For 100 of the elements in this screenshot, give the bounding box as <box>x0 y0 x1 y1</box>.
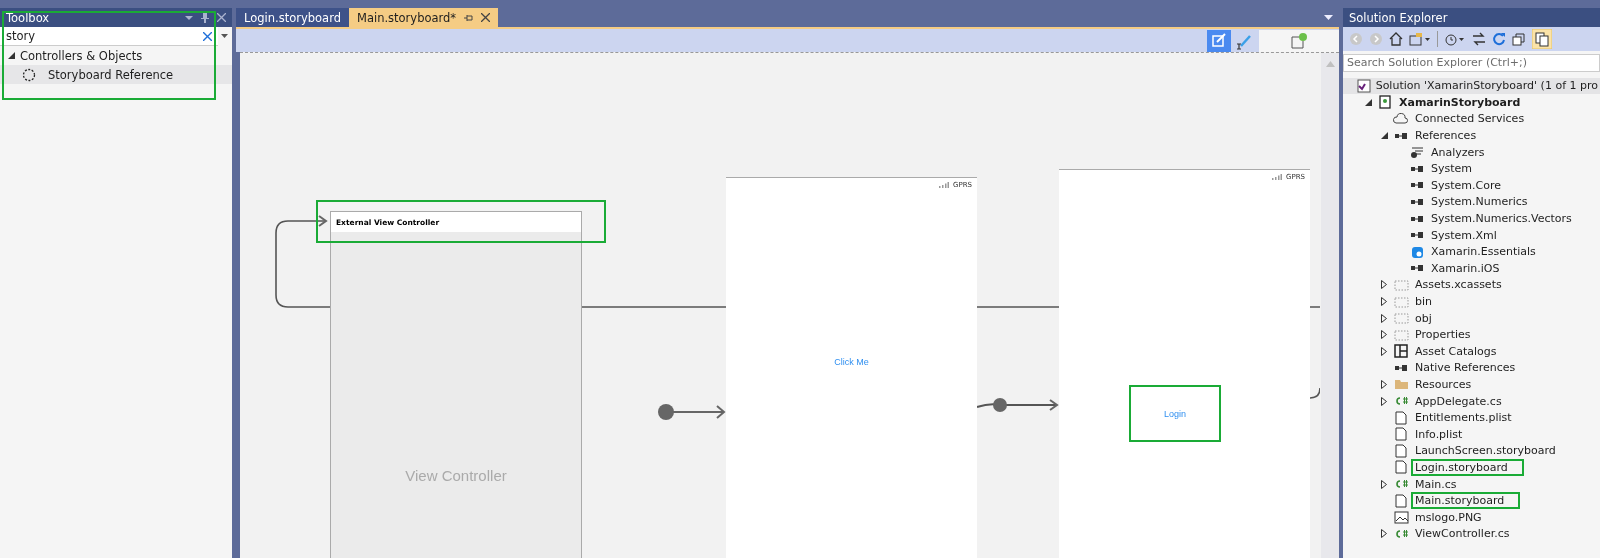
tree-item-label: References <box>1414 129 1478 143</box>
tree-item[interactable]: System.Xml <box>1343 226 1600 244</box>
tree-item[interactable]: XamarinStoryboard <box>1343 94 1600 111</box>
tree-item-label: Asset Catalogs <box>1414 344 1498 358</box>
folder-switch-icon[interactable] <box>1409 32 1431 46</box>
folder-outline-icon <box>1393 278 1409 291</box>
tree-item-label: Assets.xcassets <box>1414 278 1503 292</box>
history-icon[interactable] <box>1444 32 1466 46</box>
tree-item[interactable]: System.Numerics.Vectors <box>1343 210 1600 227</box>
package-icon <box>1410 244 1424 259</box>
tree-item[interactable]: Asset Catalogs <box>1343 343 1600 360</box>
dropdown-icon[interactable] <box>185 14 193 21</box>
copy-icon[interactable] <box>1532 29 1552 49</box>
screen-button[interactable]: Click Me <box>826 353 877 371</box>
file-icon <box>1395 427 1407 442</box>
tree-item[interactable]: Assets.xcassets <box>1343 276 1600 294</box>
tree-item[interactable]: bin <box>1343 293 1600 310</box>
panel-title: Solution Explorer <box>1349 10 1448 25</box>
refresh-icon[interactable] <box>1492 32 1506 46</box>
tree-item-label: System.Numerics.Vectors <box>1430 212 1573 226</box>
collapsed-arrow-icon[interactable] <box>1381 346 1387 356</box>
tree-item-label: XamarinStoryboard <box>1398 95 1522 109</box>
tree-item[interactable]: Analyzers <box>1343 143 1600 161</box>
tree-item[interactable]: Login.storyboard <box>1343 459 1600 476</box>
collapsed-arrow-icon[interactable] <box>1381 297 1387 306</box>
tree-item[interactable]: Native References <box>1343 359 1600 377</box>
screen-button[interactable]: Login <box>1129 385 1221 442</box>
tree-item-label: System.Core <box>1430 178 1502 192</box>
tree-item[interactable]: Main.storyboard <box>1343 492 1600 509</box>
tree-item[interactable]: Entitlements.plist <box>1343 409 1600 426</box>
tree-item[interactable]: Main.cs <box>1343 475 1600 493</box>
tree-item[interactable]: Solution 'XamarinStoryboard' (1 of 1 pro <box>1343 77 1600 95</box>
tree-item[interactable]: Info.plist <box>1343 425 1600 443</box>
tree-item-label: Xamarin.Essentials <box>1430 245 1537 259</box>
search-field[interactable]: story <box>0 27 218 46</box>
close-icon[interactable] <box>481 13 491 22</box>
tree-item[interactable]: ViewController.cs <box>1343 525 1600 543</box>
reference-icon <box>1410 231 1424 240</box>
sync-icon[interactable] <box>1472 32 1486 46</box>
toolbox-item[interactable]: Storyboard Reference <box>0 65 232 84</box>
tree-item-label: Solution 'XamarinStoryboard' (1 of 1 pro <box>1374 79 1599 93</box>
dropdown-icon[interactable] <box>221 34 228 39</box>
collapsed-arrow-icon[interactable] <box>1381 280 1387 290</box>
image-file-icon <box>1393 510 1409 524</box>
tree-item-label: Login.storyboard <box>1413 460 1522 474</box>
collapsed-arrow-icon[interactable] <box>1381 479 1387 489</box>
tree-item[interactable]: Xamarin.Essentials <box>1343 243 1600 261</box>
panel-title: Toolbox <box>6 10 50 25</box>
dropdown-icon[interactable] <box>1324 15 1333 21</box>
collapsed-arrow-icon[interactable] <box>1381 529 1387 539</box>
collapsed-arrow-icon[interactable] <box>1381 380 1387 389</box>
tree-item[interactable]: System.Numerics <box>1343 193 1600 211</box>
folder-icon <box>1393 378 1409 391</box>
close-icon[interactable] <box>217 13 226 22</box>
pin-icon[interactable] <box>464 13 474 22</box>
reference-icon <box>1394 131 1408 140</box>
tree-item-label: LaunchScreen.storyboard <box>1414 444 1557 458</box>
tree-item[interactable]: System.Core <box>1343 177 1600 194</box>
tree-item-label: Xamarin.iOS <box>1430 261 1501 275</box>
cloud-icon <box>1393 113 1409 125</box>
tree-item-label: Properties <box>1414 328 1472 342</box>
reference-icon <box>1410 214 1424 223</box>
tree-item[interactable]: References <box>1343 127 1600 144</box>
tree-item[interactable]: Properties <box>1343 326 1600 343</box>
collapsed-arrow-icon[interactable] <box>1381 396 1387 406</box>
tree-item[interactable]: obj <box>1343 309 1600 327</box>
scene-title: View Controller <box>404 467 508 484</box>
tree-item[interactable]: AppDelegate.cs <box>1343 392 1600 410</box>
collapsed-arrow-icon[interactable] <box>1381 330 1387 340</box>
tree-item-label: ViewController.cs <box>1414 527 1511 541</box>
expanded-arrow-icon[interactable] <box>1380 132 1388 140</box>
tree-item[interactable]: Connected Services <box>1343 110 1600 128</box>
collapse-icon[interactable] <box>1512 32 1526 46</box>
tree-item[interactable]: Xamarin.iOS <box>1343 260 1600 277</box>
folder-outline-icon <box>1393 312 1409 325</box>
tree-item-label: Native References <box>1414 361 1517 375</box>
tree-item[interactable]: Resources <box>1343 376 1600 393</box>
expander-icon[interactable] <box>8 52 15 59</box>
file-icon <box>1395 460 1407 475</box>
expanded-arrow-icon[interactable] <box>1364 98 1372 106</box>
tree-item[interactable]: LaunchScreen.storyboard <box>1343 442 1600 460</box>
collapsed-arrow-icon[interactable] <box>1381 313 1387 323</box>
pin-icon[interactable] <box>201 12 209 23</box>
csharp-file-icon <box>1393 479 1409 490</box>
category-header[interactable]: Controllers & Objects <box>0 46 232 65</box>
tree-item[interactable]: mslogo.PNG <box>1343 508 1600 526</box>
document-tab[interactable]: Main.storyboard* <box>348 8 499 27</box>
signal-icon <box>939 182 950 188</box>
document-tab[interactable]: Login.storyboard <box>236 8 349 27</box>
reference-icon <box>1394 363 1408 372</box>
folder-outline-icon <box>1393 295 1409 308</box>
tree-item-label: Info.plist <box>1414 427 1464 441</box>
tree-item-label: bin <box>1414 295 1433 308</box>
edit-icon[interactable] <box>1207 29 1231 52</box>
tree-item[interactable]: System <box>1343 160 1600 178</box>
catalog-icon <box>1394 344 1408 359</box>
file-icon <box>1395 493 1407 508</box>
home-icon[interactable] <box>1389 32 1403 46</box>
clear-icon[interactable] <box>203 31 212 41</box>
search-field[interactable]: Search Solution Explorer (Ctrl+;) <box>1343 51 1600 72</box>
